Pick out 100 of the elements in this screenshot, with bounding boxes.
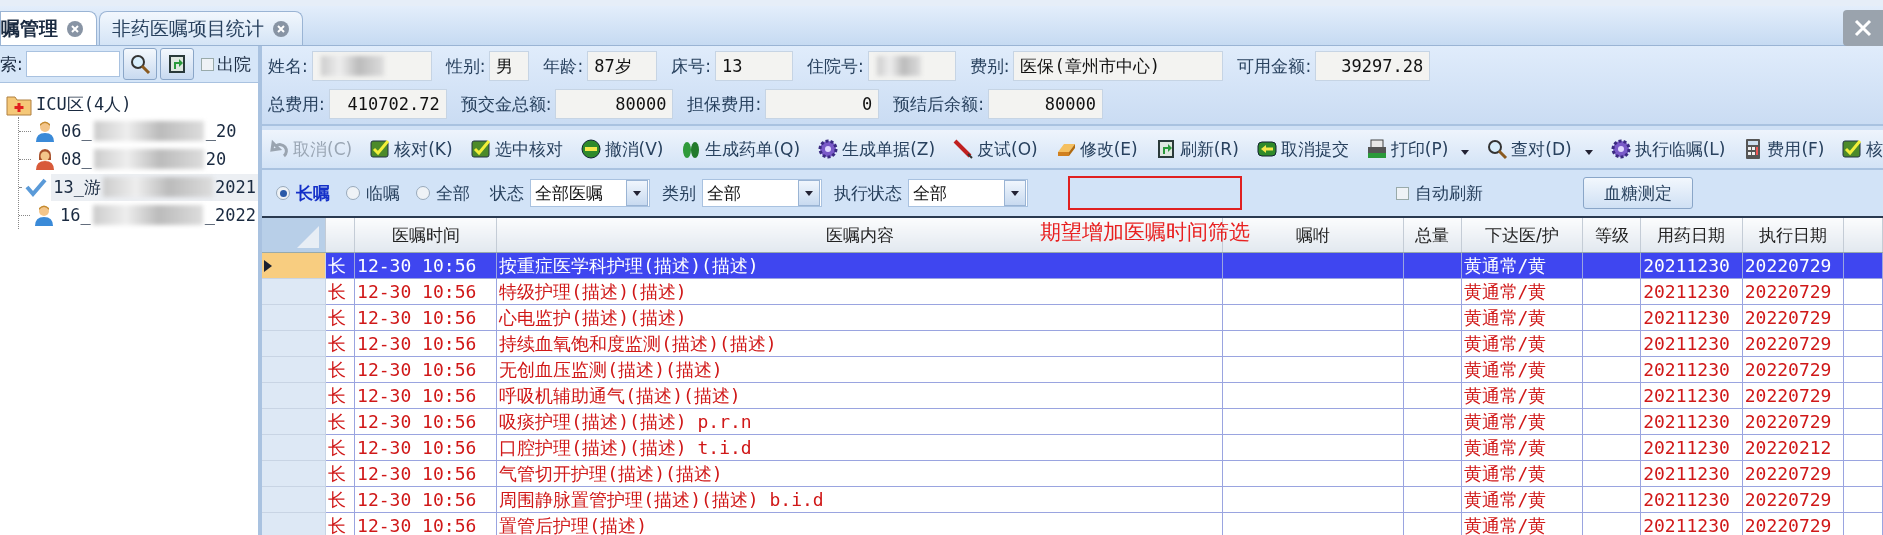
info-field: 39297.28	[1315, 51, 1431, 81]
toolbar-button[interactable]: 费用(F)	[1742, 137, 1825, 161]
tab[interactable]: 嘱管理	[0, 11, 97, 45]
info-field: 男	[489, 51, 530, 81]
checkbox-label: 出院	[216, 52, 251, 76]
radio-option[interactable]: 长嘱	[276, 181, 330, 205]
caret-icon	[1461, 150, 1470, 155]
toolbar-button[interactable]: 生成单据(Z)	[817, 137, 936, 161]
toolbar-button[interactable]: 查对(D)	[1486, 137, 1593, 161]
table-cell: 黄通常/黄	[1463, 462, 1547, 484]
table-cell: 长	[328, 488, 347, 510]
toolbar-button[interactable]: 生成药单(Q)	[680, 137, 801, 161]
tab[interactable]: 非药医嘱项目统计	[99, 11, 303, 45]
toolbar-button[interactable]: 修改(E)	[1054, 137, 1138, 161]
table-cell: 20220729	[1744, 359, 1832, 380]
toolbar-button[interactable]: 执行临嘱(L)	[1609, 137, 1726, 161]
table-cell: 20220729	[1744, 489, 1832, 510]
info-field: 0	[765, 89, 880, 119]
field-label: 住院号:	[806, 54, 864, 78]
field-label: 费别:	[969, 54, 1010, 78]
table-cell: 持续血氧饱和度监测(描述)(描述)	[499, 332, 777, 354]
field-label: 可用金额:	[1237, 54, 1312, 78]
toolbar-button[interactable]: 取消提交	[1255, 137, 1349, 161]
toolbar-button[interactable]: 核	[1841, 137, 1883, 161]
field-label: 姓名:	[268, 54, 308, 78]
table-cell: 周围静脉置管护理(描述)(描述) b.i.d	[499, 488, 824, 510]
close-button[interactable]	[1843, 10, 1883, 46]
table-cell: 20220212	[1744, 437, 1832, 458]
dropdown[interactable]: 全部	[908, 179, 1028, 207]
close-icon[interactable]	[272, 19, 290, 38]
table-cell: 呼吸机辅助通气(描述)(描述)	[499, 384, 741, 406]
table-cell: 20220729	[1744, 255, 1832, 276]
pen-icon	[952, 138, 975, 160]
table-cell: 20211230	[1643, 333, 1730, 354]
tree-item[interactable]: 13_游 2021	[51, 173, 258, 201]
table-cell: 20220729	[1744, 411, 1832, 432]
close-icon[interactable]	[66, 19, 84, 38]
table-cell: 长	[328, 332, 347, 354]
table-cell: 无创血压监测(描述)(描述)	[499, 358, 723, 380]
column-header[interactable]: 医嘱内容	[825, 224, 894, 245]
table-cell: 黄通常/黄	[1463, 436, 1547, 458]
table-cell: 12-30 10:56	[357, 281, 477, 302]
table-cell: 20211230	[1643, 437, 1730, 458]
discharged-checkbox[interactable]	[200, 57, 214, 71]
table-cell: 12-30 10:56	[357, 385, 477, 406]
column-header[interactable]: 嘱咐	[1295, 224, 1330, 245]
table-cell: 黄通常/黄	[1463, 384, 1547, 406]
table-cell: 心电监护(描述)(描述)	[499, 306, 687, 328]
glucose-button[interactable]: 血糖测定	[1583, 177, 1693, 209]
table-cell: 长	[328, 462, 347, 484]
search-label: 索:	[0, 52, 23, 76]
field-label: 总费用:	[268, 92, 325, 116]
refresh-button[interactable]	[159, 48, 194, 80]
table-cell: 20220729	[1744, 281, 1832, 302]
table-cell: 20211230	[1643, 515, 1730, 535]
caret-icon	[805, 190, 813, 196]
table-cell: 12-30 10:56	[357, 489, 477, 510]
filter-label: 状态	[490, 181, 524, 205]
close-icon	[1853, 18, 1873, 38]
table-cell: 12-30 10:56	[357, 437, 477, 458]
checkbox-icon	[369, 138, 392, 160]
table-cell: 黄通常/黄	[1463, 254, 1547, 276]
table-cell: 长	[328, 254, 347, 276]
table-cell: 12-30 10:56	[357, 333, 477, 354]
table-cell: 气管切开护理(描述)(描述)	[499, 462, 723, 484]
info-field: 87岁	[587, 51, 658, 81]
person-icon	[35, 148, 55, 170]
tree-node[interactable]: ICU区(4人)	[36, 92, 132, 116]
table-cell: 黄通常/黄	[1463, 410, 1547, 432]
table-cell: 黄通常/黄	[1463, 488, 1547, 510]
minus-circle-icon	[579, 138, 602, 160]
table-cell: 12-30 10:56	[357, 359, 477, 380]
table-cell: 20211230	[1643, 307, 1730, 328]
radio-option[interactable]: 临嘱	[346, 181, 400, 205]
radio-option[interactable]: 全部	[416, 181, 470, 205]
search-field[interactable]	[25, 51, 120, 77]
search-icon	[128, 53, 151, 75]
checkmark-icon	[25, 176, 48, 198]
auto-refresh-checkbox[interactable]: 自动刷新	[1392, 181, 1483, 205]
field-label: 床号:	[671, 54, 711, 78]
field-label: 年龄:	[543, 54, 584, 78]
toolbar-button[interactable]: 核对(K)	[369, 137, 453, 161]
search-button[interactable]	[122, 48, 157, 80]
table-cell: 20211230	[1643, 385, 1730, 406]
dropdown[interactable]: 全部医嘱	[530, 179, 650, 207]
toolbar-button[interactable]: 刷新(R)	[1154, 137, 1239, 161]
info-field: 医保(章州市中心)	[1013, 51, 1224, 81]
table-cell: 12-30 10:56	[357, 307, 477, 328]
annotation-text: 期望增加医嘱时间筛选	[1040, 219, 1250, 246]
dropdown[interactable]: 全部	[702, 179, 822, 207]
tree-item[interactable]: 16_ _2022	[58, 203, 258, 227]
toolbar-button[interactable]: 选中核对	[469, 137, 563, 161]
toolbar-button[interactable]: 打印(P)	[1365, 137, 1470, 161]
table-cell: 黄通常/黄	[1463, 332, 1547, 354]
info-field: 13	[714, 51, 793, 81]
toolbar-button[interactable]: 撤消(V)	[579, 137, 664, 161]
toolbar-button[interactable]: 皮试(O)	[952, 137, 1038, 161]
undo-icon	[268, 138, 290, 160]
table-cell: 20211230	[1643, 281, 1730, 302]
table-cell: 黄通常/黄	[1463, 358, 1547, 380]
